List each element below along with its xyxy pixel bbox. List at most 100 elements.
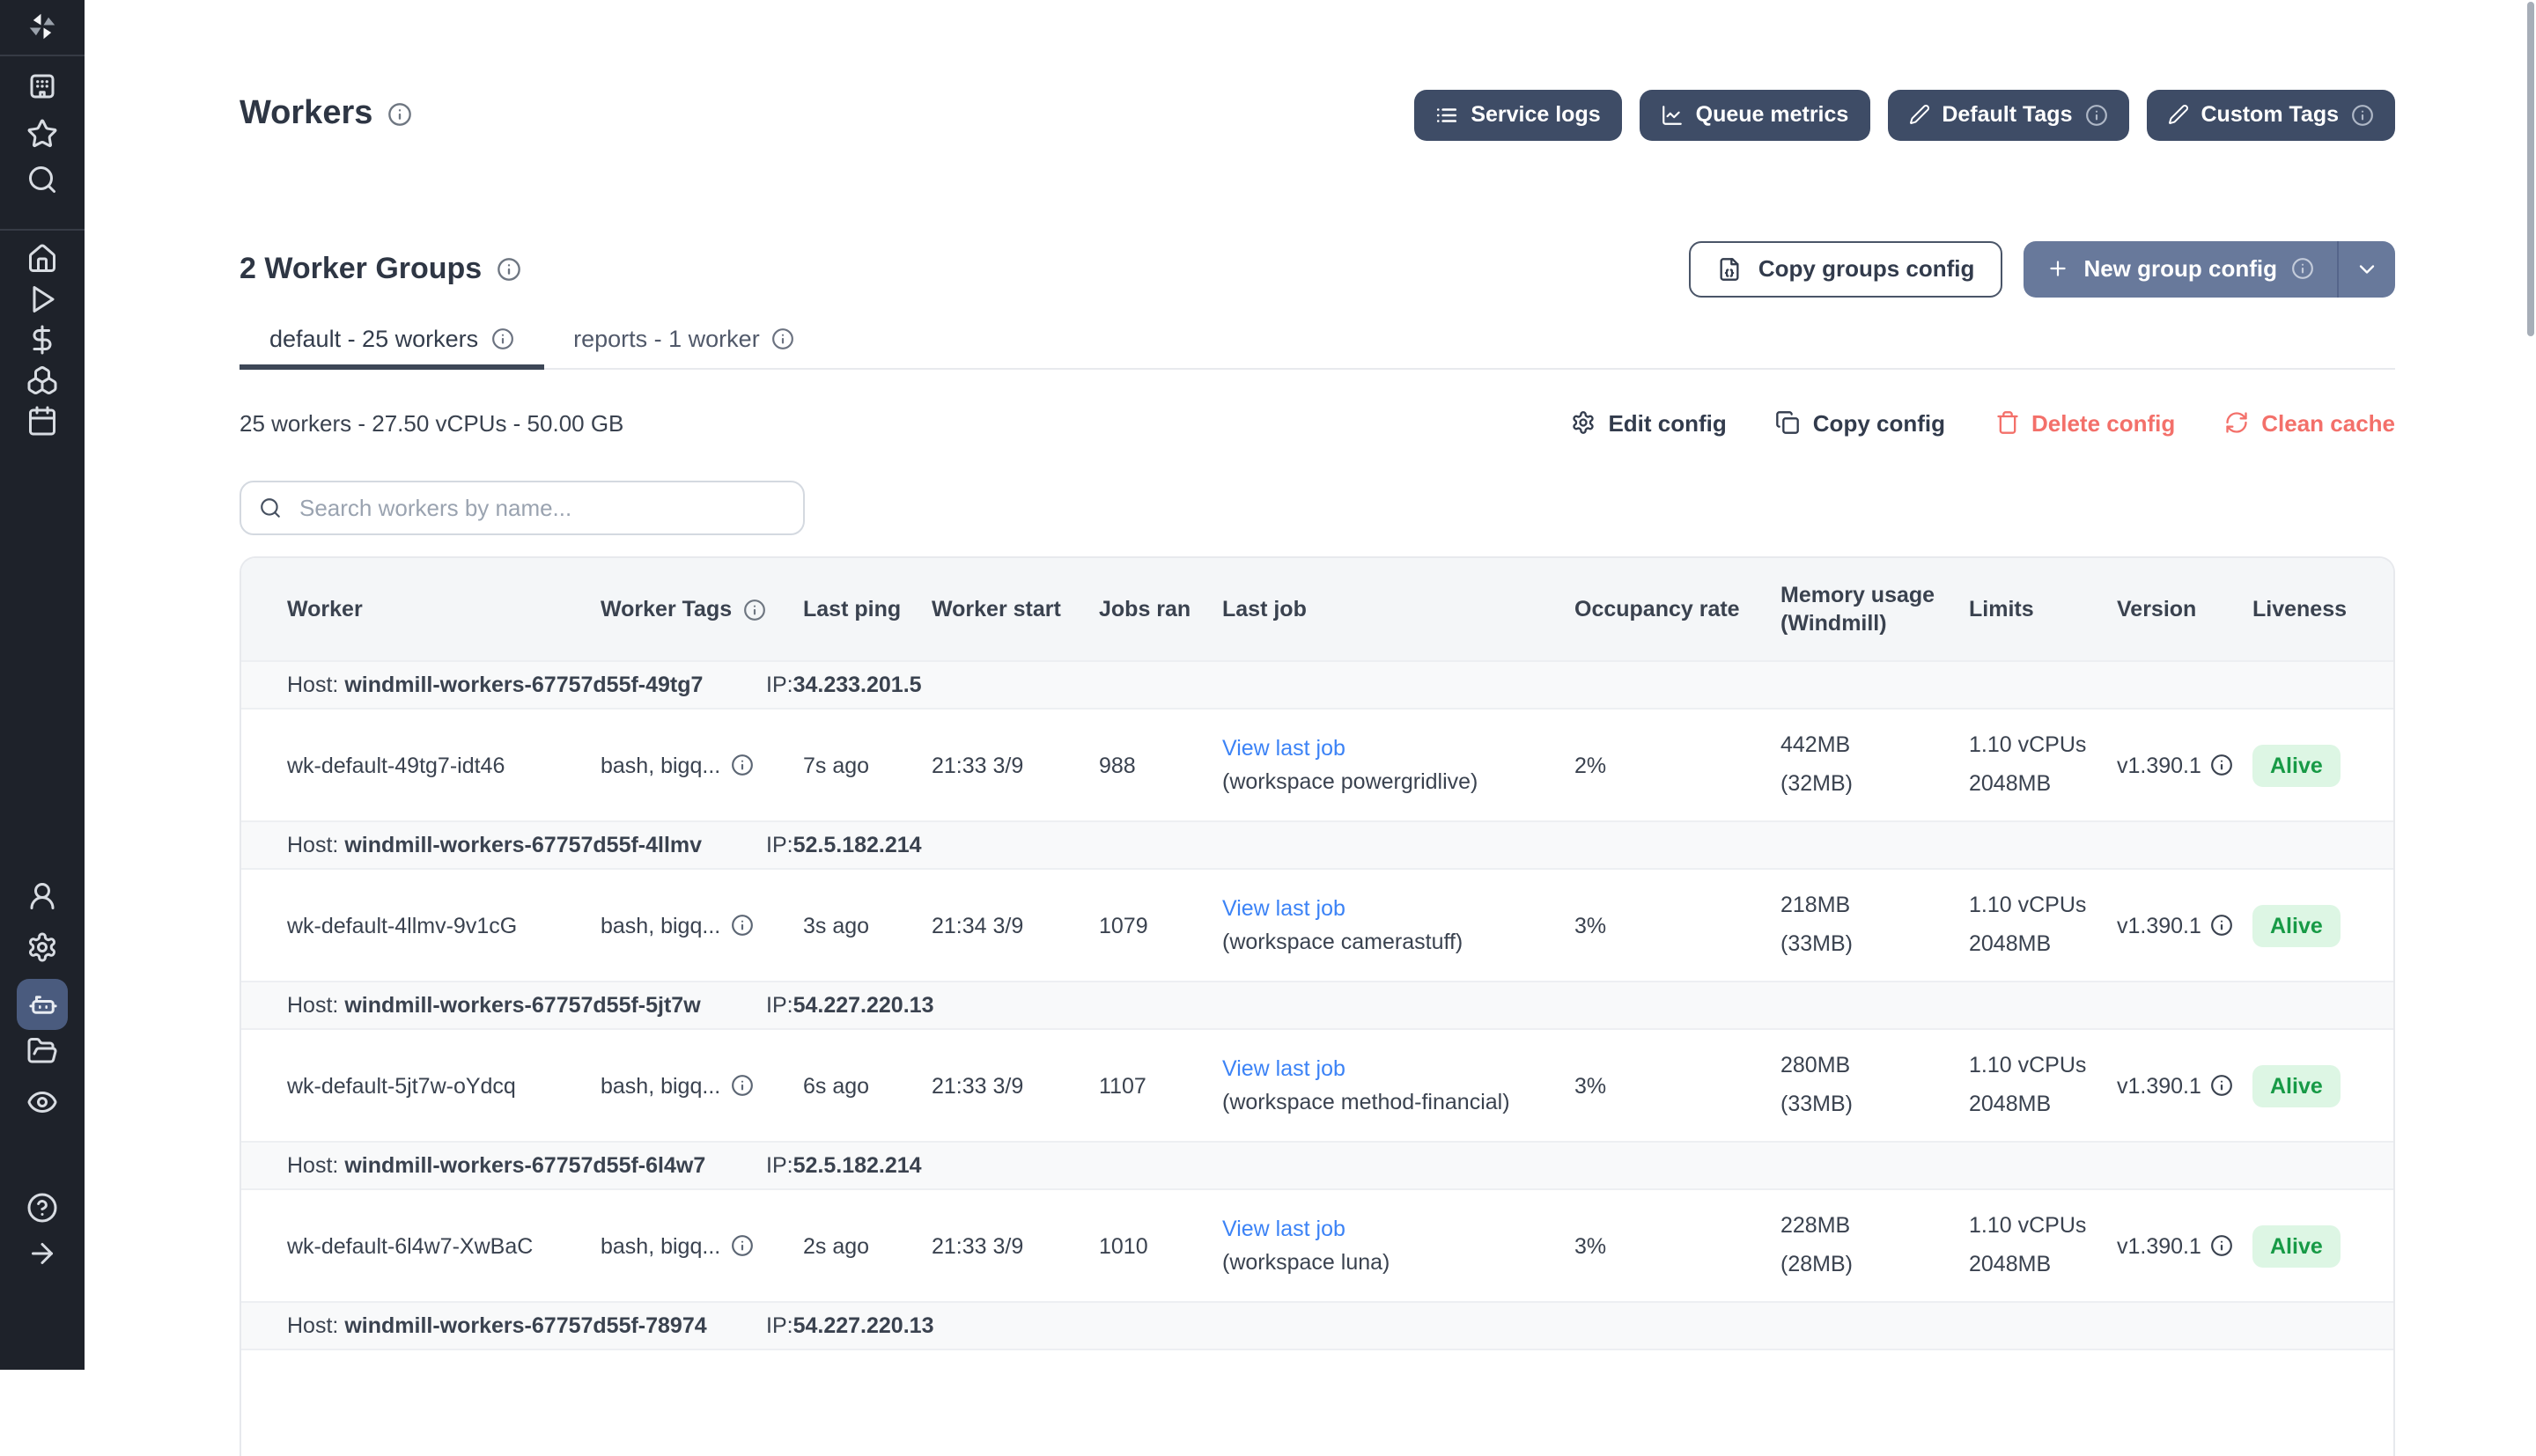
last-job: View last job(workspace powergridlive) <box>1222 732 1574 798</box>
worker-tags: bash, bigq... <box>601 753 803 777</box>
info-icon[interactable] <box>731 754 754 776</box>
sidebar-item-boxes[interactable] <box>26 364 58 396</box>
sidebar-item-star[interactable] <box>26 118 58 150</box>
last-ping: 3s ago <box>803 913 932 938</box>
sidebar-item-calendar[interactable] <box>26 405 58 437</box>
jobs-ran: 988 <box>1099 753 1222 777</box>
host-label: Host: <box>287 1313 338 1338</box>
clean-cache-button[interactable]: Clean cache <box>2224 409 2395 436</box>
gear-icon <box>1571 410 1596 435</box>
plus-icon <box>2046 257 2069 280</box>
occupancy-rate: 3% <box>1574 1233 1780 1258</box>
refresh-icon <box>2224 410 2249 435</box>
help-circle-icon <box>26 1192 58 1224</box>
worker-group-tabs: default - 25 workers reports - 1 worker <box>240 326 2395 370</box>
worker-row: wk-default-5jt7w-oYdcq bash, bigq... 6s … <box>241 1030 2393 1141</box>
ip-label: IP: <box>766 1153 793 1178</box>
tab-reports[interactable]: reports - 1 worker <box>543 326 825 368</box>
ip-label: IP: <box>766 993 793 1018</box>
worker-start: 21:33 3/9 <box>932 1073 1099 1098</box>
edit-config-button[interactable]: Edit config <box>1571 409 1726 436</box>
service-logs-button[interactable]: Service logs <box>1414 89 1621 140</box>
copy-groups-config-button[interactable]: Copy groups config <box>1690 240 2003 297</box>
view-last-job-link[interactable]: View last job <box>1222 736 1345 761</box>
queue-metrics-button[interactable]: Queue metrics <box>1640 89 1870 140</box>
sidebar-item-help-circle[interactable] <box>26 1192 58 1224</box>
group-actions: Copy groups config New group config <box>1690 240 2395 297</box>
host-name: windmill-workers-67757d55f-4llmv <box>344 833 702 857</box>
new-group-config-button[interactable]: New group config <box>2024 240 2395 297</box>
limits: 1.10 vCPUs2048MB <box>1969 1048 2117 1123</box>
page-header: Workers Service logs Queue metrics Defau… <box>240 88 2395 141</box>
worker-start: 21:33 3/9 <box>932 1233 1099 1258</box>
sidebar-item-robot[interactable] <box>17 979 68 1030</box>
column-header: Last ping <box>803 595 932 624</box>
liveness: Alive <box>2252 1224 2393 1267</box>
tab-default[interactable]: default - 25 workers <box>240 326 543 368</box>
info-icon[interactable] <box>2210 1234 2233 1257</box>
delete-config-button[interactable]: Delete config <box>1994 409 2175 436</box>
info-icon[interactable] <box>2210 914 2233 937</box>
liveness: Alive <box>2252 1064 2393 1107</box>
main-content: Workers Service logs Queue metrics Defau… <box>85 0 2536 1370</box>
folder-open-icon <box>26 1035 58 1067</box>
table-header-row: WorkerWorker TagsLast pingWorker startJo… <box>241 558 2393 660</box>
worker-tags: bash, bigq... <box>601 1233 803 1258</box>
sidebar-item-play[interactable] <box>26 283 58 315</box>
info-icon <box>772 327 795 350</box>
workers-page: Workers Service logs Queue metrics Defau… <box>0 0 2536 1370</box>
column-header: Liveness <box>2252 595 2393 624</box>
sidebar-item-eye[interactable] <box>26 1086 58 1118</box>
sidebar-item-arrow-right[interactable] <box>26 1238 58 1269</box>
info-icon <box>2291 257 2314 280</box>
search-input[interactable] <box>296 493 785 523</box>
sidebar-item-home[interactable] <box>26 243 58 275</box>
view-last-job-link[interactable]: View last job <box>1222 1056 1345 1081</box>
vertical-scrollbar[interactable] <box>2526 2 2534 336</box>
sidebar-divider <box>0 229 85 231</box>
info-icon[interactable] <box>2210 1074 2233 1097</box>
host-name: windmill-workers-67757d55f-5jt7w <box>344 993 700 1018</box>
host-label: Host: <box>287 1153 338 1178</box>
host-label: Host: <box>287 833 338 857</box>
memory-usage: 218MB(33MB) <box>1780 888 1969 963</box>
play-icon <box>26 283 58 315</box>
worker-groups-header: 2 Worker Groups Copy groups config New g… <box>240 239 2395 298</box>
ip-label: IP: <box>766 673 793 697</box>
host-ip: 54.227.220.13 <box>793 1313 934 1338</box>
trash-icon <box>1994 410 2019 435</box>
host-row: Host: windmill-workers-67757d55f-6l4w7 I… <box>241 1141 2393 1190</box>
jobs-ran: 1107 <box>1099 1073 1222 1098</box>
default-tags-button[interactable]: Default Tags <box>1887 89 2128 140</box>
host-name: windmill-workers-67757d55f-78974 <box>344 1313 706 1338</box>
worker-row: wk-default-6l4w7-XwBaC bash, bigq... 2s … <box>241 1190 2393 1301</box>
sidebar-item-keypad[interactable] <box>26 70 58 102</box>
info-icon[interactable] <box>731 1234 754 1257</box>
memory-usage: 228MB(28MB) <box>1780 1209 1969 1283</box>
windmill-logo[interactable] <box>26 11 58 42</box>
host-ip: 52.5.182.214 <box>793 1153 922 1178</box>
new-group-config-dropdown[interactable] <box>2339 240 2395 297</box>
sidebar-item-user[interactable] <box>26 880 58 912</box>
sidebar-item-folder-open[interactable] <box>26 1035 58 1067</box>
file-icon <box>1718 256 1743 281</box>
info-icon[interactable] <box>731 1074 754 1097</box>
info-icon[interactable] <box>387 102 411 127</box>
limits: 1.10 vCPUs2048MB <box>1969 728 2117 803</box>
sidebar-item-dollar[interactable] <box>26 324 58 356</box>
keypad-icon <box>26 70 58 102</box>
memory-usage: 280MB(33MB) <box>1780 1048 1969 1123</box>
info-icon[interactable] <box>731 914 754 937</box>
liveness-badge: Alive <box>2252 744 2341 786</box>
info-icon[interactable] <box>496 256 520 281</box>
info-icon[interactable] <box>2210 754 2233 776</box>
host-name: windmill-workers-67757d55f-49tg7 <box>344 673 703 697</box>
sidebar-item-gear[interactable] <box>26 931 58 963</box>
custom-tags-button[interactable]: Custom Tags <box>2147 89 2396 140</box>
view-last-job-link[interactable]: View last job <box>1222 896 1345 921</box>
copy-config-button[interactable]: Copy config <box>1776 409 1945 436</box>
last-job: View last job(workspace camerastuff) <box>1222 893 1574 959</box>
view-last-job-link[interactable]: View last job <box>1222 1217 1345 1241</box>
sidebar-item-search[interactable] <box>26 164 58 195</box>
config-actions: Edit config Copy config Delete config Cl… <box>1571 409 2395 436</box>
